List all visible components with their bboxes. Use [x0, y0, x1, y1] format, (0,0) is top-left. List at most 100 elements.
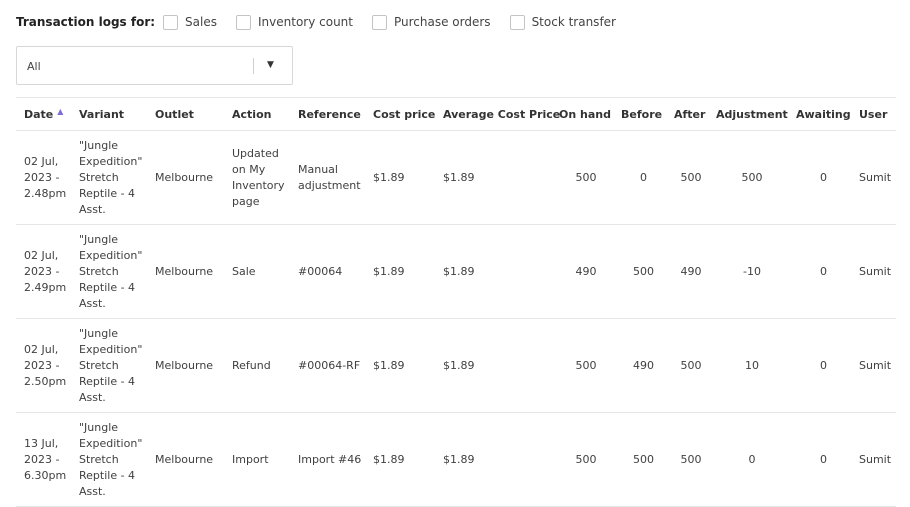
cell-line: Expedition": [79, 436, 143, 450]
cell-awaiting: 0: [820, 358, 827, 372]
cell-on-hand: 490: [575, 264, 597, 278]
cell-on-hand: 500: [575, 170, 597, 184]
filters-title: Transaction logs for:: [16, 15, 156, 29]
cell-outlet: Melbourne: [155, 264, 214, 278]
cell-line: 2023 -: [24, 452, 60, 466]
cell-line: Asst.: [79, 390, 106, 404]
column-header-after[interactable]: After: [666, 98, 708, 131]
filter-inventory-count[interactable]: Inventory count: [236, 14, 353, 30]
column-header-reference[interactable]: Reference: [290, 98, 365, 131]
cell-reference: Manual adjustment: [290, 131, 365, 225]
cell-cost-price: $1.89: [373, 170, 405, 184]
table-row[interactable]: 02 Jul, 2023 - 2.48pm "Jungle Expedition" Str…: [16, 131, 896, 225]
cell-outlet: Melbourne: [155, 358, 214, 372]
cell-date: 02 Jul, 2023 - 2.50pm: [16, 319, 71, 413]
column-header-on-hand[interactable]: On hand: [551, 98, 613, 131]
cell-average-cost-price: $1.89: [443, 264, 475, 278]
cell-line: Import: [232, 452, 269, 466]
column-header-outlet[interactable]: Outlet: [147, 98, 224, 131]
column-header-date[interactable]: Date ▲: [16, 98, 71, 131]
cell-line: Asst.: [79, 296, 106, 310]
cell-cost-price: $1.89: [373, 452, 405, 466]
cell-action: Import: [224, 413, 290, 507]
cell-line: 2.49pm: [24, 280, 67, 294]
cell-reference: Import #46: [290, 413, 365, 507]
cell-user: Sumit: [859, 170, 892, 184]
cell-user: Sumit: [859, 358, 892, 372]
cell-action: Refund: [224, 319, 290, 413]
cell-line: 6.30pm: [24, 468, 67, 482]
table-row[interactable]: 02 Jul, 2023 - 2.49pm "Jungle Expedition" Str…: [16, 225, 896, 319]
cell-adjustment: 10: [745, 358, 759, 372]
outlet-select-value: All: [27, 60, 41, 73]
inventory-count-checkbox[interactable]: [236, 14, 251, 30]
cell-line: 13 Jul,: [24, 436, 59, 450]
cell-line: 2.50pm: [24, 374, 67, 388]
outlet-select[interactable]: All ▼: [16, 46, 293, 85]
column-header-cost-price[interactable]: Cost price: [365, 98, 435, 131]
sort-ascending-icon[interactable]: ▲: [57, 107, 63, 116]
cell-after: 500: [680, 358, 702, 372]
cell-line: "Jungle: [79, 420, 119, 434]
cell-line: Reptile - 4: [79, 280, 136, 294]
table-row[interactable]: 13 Jul, 2023 - 6.30pm "Jungle Expedition" Str…: [16, 413, 896, 507]
cell-line: Asst.: [79, 202, 106, 216]
table-body: 02 Jul, 2023 - 2.48pm "Jungle Expedition" Str…: [16, 131, 896, 507]
column-header-average-cost-price[interactable]: Average Cost Price: [435, 98, 560, 131]
cell-outlet: Melbourne: [155, 452, 214, 466]
column-header-before[interactable]: Before: [613, 98, 666, 131]
cell-line: "Jungle: [79, 138, 119, 152]
cell-action: Sale: [224, 225, 290, 319]
cell-line: Expedition": [79, 248, 143, 262]
cell-line: on My: [232, 162, 266, 176]
cell-average-cost-price: $1.89: [443, 452, 475, 466]
chevron-down-icon[interactable]: ▼: [267, 60, 274, 70]
cell-on-hand: 500: [575, 358, 597, 372]
cell-line: 02 Jul,: [24, 248, 59, 262]
cell-awaiting: 0: [820, 264, 827, 278]
cell-line: page: [232, 194, 260, 208]
cell-line: Reptile - 4: [79, 374, 136, 388]
column-header-user[interactable]: User: [851, 98, 896, 131]
transaction-log-filters: Transaction logs for: Sales Inventory co…: [16, 13, 635, 31]
cell-date: 02 Jul, 2023 - 2.49pm: [16, 225, 71, 319]
cell-line: 2023 -: [24, 170, 60, 184]
cell-line: #00064-RF: [298, 358, 361, 372]
cell-variant: "Jungle Expedition" Stretch Reptile - 4 Asst…: [71, 131, 147, 225]
sales-checkbox[interactable]: [163, 14, 179, 30]
stock-transfer-checkbox[interactable]: [509, 14, 525, 30]
column-header-adjustment[interactable]: Adjustment: [708, 98, 788, 131]
cell-action: Updated on My Inventory page: [224, 131, 290, 225]
cell-line: Asst.: [79, 484, 106, 498]
select-divider: [253, 58, 254, 74]
purchase-orders-checkbox[interactable]: [372, 14, 387, 30]
cell-line: Expedition": [79, 342, 143, 356]
cell-variant: "Jungle Expedition" Stretch Reptile - 4 Asst…: [71, 319, 147, 413]
cell-line: "Jungle: [79, 326, 119, 340]
cell-adjustment: 500: [741, 170, 763, 184]
filter-stock-transfer[interactable]: Stock transfer: [509, 14, 616, 30]
cell-average-cost-price: $1.89: [443, 358, 475, 372]
cell-line: 2.48pm: [24, 186, 67, 200]
cell-after: 500: [680, 452, 702, 466]
column-header-action[interactable]: Action: [224, 98, 290, 131]
column-header-label: Date: [24, 107, 54, 121]
cell-adjustment: 0: [748, 452, 756, 466]
column-header-variant[interactable]: Variant: [71, 98, 147, 131]
cell-before: 0: [640, 170, 647, 184]
transaction-log-table: Date ▲ Variant Outlet Action Reference Co…: [16, 97, 896, 507]
cell-awaiting: 0: [820, 452, 827, 466]
cell-variant: "Jungle Expedition" Stretch Reptile - 4 Asst…: [71, 225, 147, 319]
cell-before: 490: [633, 358, 654, 372]
cell-line: 02 Jul,: [24, 342, 59, 356]
table-row[interactable]: 02 Jul, 2023 - 2.50pm "Jungle Expedition" Str…: [16, 319, 896, 413]
cell-line: 2023 -: [24, 358, 60, 372]
cell-line: Stretch: [79, 264, 119, 278]
cell-before: 500: [633, 264, 654, 278]
column-header-awaiting[interactable]: Awaiting: [788, 98, 851, 131]
filter-sales[interactable]: Sales: [163, 14, 217, 30]
cell-variant: "Jungle Expedition" Stretch Reptile - 4 Asst…: [71, 413, 147, 507]
cell-average-cost-price: $1.89: [443, 170, 475, 184]
filter-purchase-orders[interactable]: Purchase orders: [372, 14, 491, 30]
cell-cost-price: $1.89: [373, 358, 405, 372]
